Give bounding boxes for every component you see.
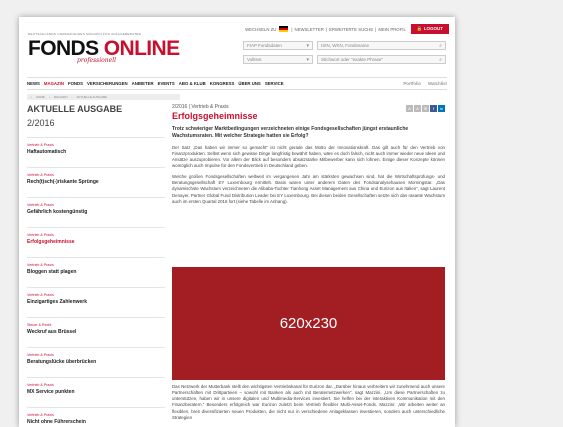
breadcrumb-magazin[interactable]: MAGAZIN	[54, 95, 68, 99]
nav-versicherungen[interactable]: VERSICHERUNGEN	[87, 81, 128, 86]
my-profile-link[interactable]: MEIN PROFIL	[378, 27, 405, 32]
logout-button[interactable]: 🔒 LOGOUT	[410, 24, 449, 34]
nav-kongress[interactable]: KONGRESS	[210, 81, 235, 86]
nav-news[interactable]: NEWS	[27, 81, 40, 86]
sidebar-issue: 2/2016	[27, 118, 55, 128]
search-icon[interactable]: ⌕	[439, 43, 442, 49]
isin-search-input[interactable]: ISIN, WKN, Fondsname ⌕	[317, 41, 446, 50]
search-icon[interactable]: ⌕	[439, 57, 442, 63]
article-paragraph: Welche großen Fondsgesellschaften weltwe…	[172, 174, 445, 204]
lock-icon: 🔒	[416, 26, 423, 31]
portfolio-link[interactable]: Portfolio	[403, 81, 421, 86]
watchlist-link[interactable]: Watchlist	[428, 81, 447, 86]
sidebar-item-title: Rech(t)sch(-)riskante Sprünge	[27, 179, 99, 185]
sidebar-item-title: Einzigartiges Zahlenwerk	[27, 299, 88, 305]
chevron-down-icon: ▾	[306, 42, 309, 49]
sidebar-item-title: Bloggen statt plagen	[27, 269, 77, 275]
sidebar-item-category: Vertrieb & Praxis	[27, 293, 54, 297]
sidebar-item-title: Gefährlich kostengünstig	[27, 209, 88, 215]
fulltext-select[interactable]: Volltext ▾	[243, 55, 313, 64]
logo-sub: professionell	[77, 57, 117, 64]
newsletter-link[interactable]: NEWSLETTER	[295, 27, 324, 32]
keyword-search-placeholder: Stichwort oder "exakte Phrase"	[321, 57, 383, 62]
logo[interactable]: FONDS ONLINE	[28, 38, 180, 59]
nav-service[interactable]: SERVICE	[265, 81, 284, 86]
nav-events[interactable]: EVENTS	[158, 81, 175, 86]
article-meta: 2/2016 | Vertrieb & Praxis	[172, 104, 229, 110]
sidebar-item[interactable]: Vertrieb & Praxis Bloggen statt plagen	[27, 257, 165, 287]
article-paragraph: Das Netzwerk der Mutterbank stellt den w…	[172, 384, 445, 420]
article-image-placeholder: 620x230	[172, 267, 445, 380]
sidebar-item[interactable]: Vertrieb & Praxis Gefährlich kostengünsti…	[27, 197, 165, 227]
article: 2/2016 | Vertrieb & Praxis Erfolgsgeheim…	[172, 104, 445, 205]
sidebar-item[interactable]: Vertrieb & Praxis Haftautomatisch	[27, 137, 165, 167]
sidebar-item[interactable]: Vertrieb & Praxis Nicht ohne Führerschein	[27, 407, 165, 427]
sidebar-item-category: Steuer & Recht	[27, 323, 52, 327]
fund-data-select-value: FIAP Fondsdaten	[247, 43, 282, 48]
tagline: DEUTSCHLANDS UNABHÄNGIGES MAGAZIN FÜR AN…	[28, 32, 142, 36]
sidebar-item[interactable]: Steuer & Recht Weckruf aus Brüssel	[27, 317, 165, 347]
sidebar-item-category: Vertrieb & Praxis	[27, 413, 54, 417]
german-flag-icon[interactable]	[279, 26, 289, 32]
page: WECHSELN ZU | NEWSLETTER | ERWEITERTE SU…	[19, 17, 455, 427]
sidebar-title: AKTUELLE AUSGABE	[27, 104, 123, 114]
sidebar-item-category: Vertrieb & Praxis	[27, 383, 54, 387]
isin-search-placeholder: ISIN, WKN, Fondsname	[321, 43, 370, 48]
chevron-down-icon: ▾	[306, 56, 309, 63]
sidebar-item-title: MX Service punkten	[27, 389, 75, 395]
top-links: WECHSELN ZU | NEWSLETTER | ERWEITERTE SU…	[245, 24, 449, 34]
sidebar-item[interactable]: Vertrieb & Praxis MX Service punkten	[27, 377, 165, 407]
sidebar-item-title: Weckruf aus Brüssel	[27, 329, 77, 335]
sidebar-item-title: Erfolgsgeheimnisse	[27, 239, 75, 245]
sidebar-item-category: Vertrieb & Praxis	[27, 233, 54, 237]
main-nav: NEWS MAGAZIN FONDS VERSICHERUNGEN ANBIET…	[27, 77, 447, 90]
article-paragraph: Der Satz „Das haben wir immer so gemacht…	[172, 144, 445, 168]
nav-ueber-uns[interactable]: ÜBER UNS	[238, 81, 260, 86]
sidebar-item-title: Beratungslücke überbrücken	[27, 359, 97, 365]
sidebar-item-category: Vertrieb & Praxis	[27, 143, 54, 147]
sidebar-item-active[interactable]: Vertrieb & Praxis Erfolgsgeheimnisse	[27, 227, 165, 257]
sidebar: AKTUELLE AUSGABE 2/2016 Vertrieb & Praxi…	[27, 104, 165, 427]
article-title: Erfolgsgeheimnisse	[172, 111, 258, 121]
nav-magazin[interactable]: MAGAZIN	[44, 81, 64, 86]
switch-to-link[interactable]: WECHSELN ZU	[245, 27, 276, 32]
sidebar-item-category: Vertrieb & Praxis	[27, 173, 54, 177]
logout-label: LOGOUT	[423, 26, 443, 31]
sidebar-item-category: Vertrieb & Praxis	[27, 203, 54, 207]
breadcrumb-current: AKTUELLE AUSGABE	[76, 95, 107, 99]
sidebar-item-title: Haftautomatisch	[27, 149, 67, 155]
fund-data-select[interactable]: FIAP Fondsdaten ▾	[243, 41, 313, 50]
sidebar-item[interactable]: Vertrieb & Praxis Rech(t)sch(-)riskante S…	[27, 167, 165, 197]
article-lead: Trotz schwieriger Marktbedingungen verze…	[172, 126, 409, 139]
nav-fonds[interactable]: FONDS	[68, 81, 83, 86]
nav-abo-klub[interactable]: ABO & KLUB	[179, 81, 206, 86]
sidebar-item-category: Vertrieb & Praxis	[27, 263, 54, 267]
home-icon[interactable]: ⌂	[30, 95, 32, 99]
sidebar-item-category: Vertrieb & Praxis	[27, 353, 54, 357]
breadcrumb-home[interactable]: HOME	[36, 95, 45, 99]
breadcrumb: ⌂ HOME › MAGAZIN › AKTUELLE AUSGABE	[27, 94, 180, 100]
fulltext-select-value: Volltext	[247, 57, 262, 62]
advanced-search-link[interactable]: ERWEITERTE SUCHE	[329, 27, 373, 32]
keyword-search-input[interactable]: Stichwort oder "exakte Phrase" ⌕	[317, 55, 446, 64]
sidebar-item[interactable]: Vertrieb & Praxis Beratungslücke überbrüc…	[27, 347, 165, 377]
nav-anbieter[interactable]: ANBIETER	[132, 81, 154, 86]
sidebar-item[interactable]: Vertrieb & Praxis Einzigartiges Zahlenwer…	[27, 287, 165, 317]
sidebar-item-title: Nicht ohne Führerschein	[27, 419, 86, 425]
